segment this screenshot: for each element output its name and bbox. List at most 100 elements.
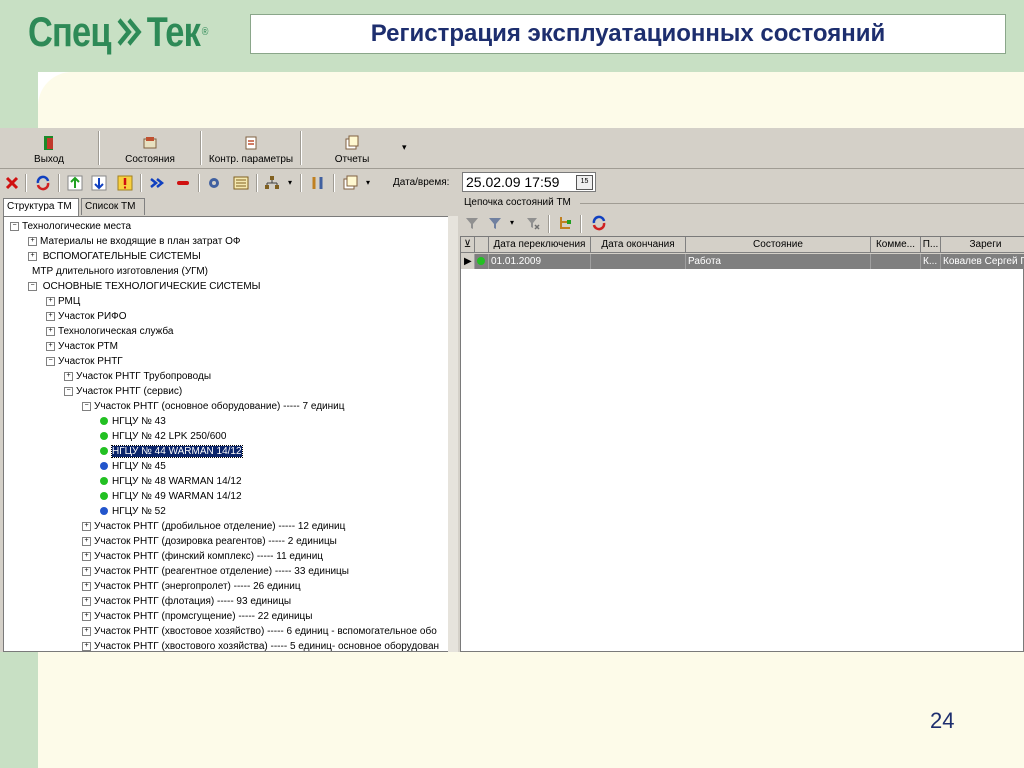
reports-small-icon[interactable]	[342, 174, 360, 192]
toolbar-separator	[300, 174, 302, 192]
states-button[interactable]: Состояния	[100, 128, 200, 168]
tree-item[interactable]: − Участок РНТГ (сервис)	[64, 384, 182, 399]
column-state[interactable]: Состояние	[686, 237, 871, 253]
tree-item-label: Участок РНТГ (сервис)	[76, 386, 183, 397]
tree-item[interactable]: + Участок РИФО	[46, 309, 127, 324]
filter-icon[interactable]	[463, 214, 481, 232]
cell-comment	[871, 254, 921, 269]
expand-icon[interactable]: +	[46, 296, 55, 306]
tree-item[interactable]: + Участок РНТГ (финский комплекс) ----- 1…	[82, 549, 323, 564]
tree-item[interactable]: − Технологические места	[10, 219, 131, 234]
expand-icon[interactable]: +	[82, 566, 91, 576]
tree-item-label: НГЦУ № 52	[112, 506, 166, 517]
tree-item[interactable]: + Материалы не входящие в план затрат ОФ	[28, 234, 240, 249]
tree-item[interactable]: − Участок РНТГ (основное оборудование) --…	[82, 399, 344, 414]
column-date-end[interactable]: Дата окончания	[591, 237, 686, 253]
toolbar-more-dropdown[interactable]: ▾	[402, 142, 407, 153]
expand-icon[interactable]: +	[46, 341, 55, 351]
tree-item[interactable]: + Участок РНТГ (флотация) ----- 93 единиц…	[82, 594, 291, 609]
arrow-up-icon[interactable]	[66, 174, 84, 192]
tree-item[interactable]: МТР длительного изготовления (УГМ)	[28, 264, 208, 279]
expand-icon[interactable]: +	[82, 536, 91, 546]
expand-icon[interactable]: +	[28, 251, 37, 261]
toolbar-separator	[198, 174, 200, 192]
tree-item[interactable]: НГЦУ № 49 WARMAN 14/12	[100, 489, 242, 504]
expand-icon[interactable]: +	[64, 371, 73, 381]
tree-item[interactable]: НГЦУ № 45	[100, 459, 166, 474]
collapse-icon[interactable]: −	[46, 356, 55, 366]
arrow-down-icon[interactable]	[90, 174, 108, 192]
chain-group-label: Цепочка состояний ТМ	[464, 197, 571, 208]
expand-icon[interactable]: +	[46, 311, 55, 321]
cell-date-end	[591, 254, 686, 269]
delete-icon[interactable]	[3, 174, 21, 192]
list-table-icon[interactable]	[232, 174, 250, 192]
collapse-icon[interactable]: −	[10, 221, 19, 231]
chevron-down-icon[interactable]: ▾	[366, 178, 370, 187]
filter-edit-icon[interactable]	[486, 214, 504, 232]
tree-item-label: НГЦУ № 42 LPK 250/600	[112, 431, 227, 442]
tree-item[interactable]: + Участок РНТГ (энергопролет) ----- 26 ед…	[82, 579, 301, 594]
refresh-icon[interactable]	[34, 174, 52, 192]
collapse-icon[interactable]: −	[28, 281, 37, 291]
reports-button[interactable]: Отчеты	[302, 128, 402, 168]
filter-column-icon[interactable]: ⊻	[461, 237, 475, 253]
tree-item[interactable]: + Участок РНТГ (дробильное отделение) ---…	[82, 519, 345, 534]
hierarchy-icon[interactable]	[556, 214, 574, 232]
tree-item[interactable]: + Участок РНТГ (промсгущение) ----- 22 ед…	[82, 609, 312, 624]
chevron-down-icon[interactable]: ▾	[288, 178, 292, 187]
tree-item[interactable]: + Участок РТМ	[46, 339, 118, 354]
collapse-icon[interactable]: −	[64, 386, 73, 396]
control-params-button[interactable]: Контр. параметры	[202, 128, 300, 168]
expand-icon[interactable]: +	[82, 581, 91, 591]
tree-item-label: Участок РНТГ (хвостовое хозяйство) -----…	[94, 626, 437, 637]
calendar-icon[interactable]: 15	[576, 175, 593, 190]
settings-gear-icon[interactable]	[205, 174, 223, 192]
exit-button[interactable]: Выход	[0, 128, 98, 168]
tree-item[interactable]: НГЦУ № 48 WARMAN 14/12	[100, 474, 242, 489]
tree-item[interactable]: − ОСНОВНЫЕ ТЕХНОЛОГИЧЕСКИЕ СИСТЕМЫ	[28, 279, 261, 294]
expand-icon[interactable]: +	[82, 521, 91, 531]
tree-item[interactable]: + Участок РНТГ (хвостовое хозяйство) ----…	[82, 624, 437, 639]
expand-icon[interactable]: +	[46, 326, 55, 336]
expand-icon[interactable]: +	[82, 551, 91, 561]
tree-item[interactable]: + Участок РНТГ (реагентное отделение) ---…	[82, 564, 349, 579]
tree-item[interactable]: НГЦУ № 42 LPK 250/600	[100, 429, 226, 444]
column-comment[interactable]: Комме...	[871, 237, 921, 253]
tab-structure[interactable]: Структура ТМ	[3, 198, 79, 216]
tree-item[interactable]: + Участок РНТГ Трубопроводы	[64, 369, 211, 384]
tree-item-label: Участок РНТГ (флотация) ----- 93 единицы	[94, 596, 292, 607]
column-date-switch[interactable]: Дата переключения	[489, 237, 591, 253]
row-status-dot	[475, 254, 489, 269]
remove-bar-icon[interactable]	[174, 174, 192, 192]
tree-item[interactable]: НГЦУ № 44 WARMAN 14/12	[100, 444, 243, 459]
forward-chevrons-icon[interactable]	[148, 174, 166, 192]
expand-icon[interactable]: +	[28, 236, 37, 246]
collapse-icon[interactable]: −	[82, 401, 91, 411]
tab-list[interactable]: Список ТМ	[81, 198, 145, 215]
expand-icon[interactable]: +	[82, 626, 91, 636]
tree-item[interactable]: + Участок РНТГ (хвостового хозяйства) ---…	[82, 639, 439, 651]
tools-icon[interactable]	[309, 174, 327, 192]
tree-item[interactable]: + РМЦ	[46, 294, 80, 309]
tree-item[interactable]: НГЦУ № 43	[100, 414, 166, 429]
table-row[interactable]: ▶ 01.01.2009 Работа К... Ковалев Сергей …	[461, 254, 1024, 269]
tree-item[interactable]: НГЦУ № 52	[100, 504, 166, 519]
expand-icon[interactable]: +	[82, 596, 91, 606]
chain-group-line	[580, 203, 1024, 204]
tree-item[interactable]: + ВСПОМОГАТЕЛЬНЫЕ СИСТЕМЫ	[28, 249, 201, 264]
tree-scrollbar[interactable]	[448, 216, 458, 652]
tree-item[interactable]: + Участок РНТГ (дозировка реагентов) ----…	[82, 534, 337, 549]
org-structure-icon[interactable]	[263, 174, 281, 192]
tree-item[interactable]: + Технологическая служба	[46, 324, 173, 339]
logo: Спец Тек ®	[28, 2, 208, 62]
column-p[interactable]: П...	[921, 237, 941, 253]
filter-clear-icon[interactable]	[524, 214, 542, 232]
expand-icon[interactable]: +	[82, 641, 91, 651]
refresh-icon[interactable]	[590, 214, 608, 232]
chevron-down-icon[interactable]: ▾	[510, 218, 514, 227]
column-registered[interactable]: Зареги	[941, 237, 1024, 253]
warning-icon[interactable]	[116, 174, 134, 192]
expand-icon[interactable]: +	[82, 611, 91, 621]
tree-item[interactable]: − Участок РНТГ	[46, 354, 123, 369]
